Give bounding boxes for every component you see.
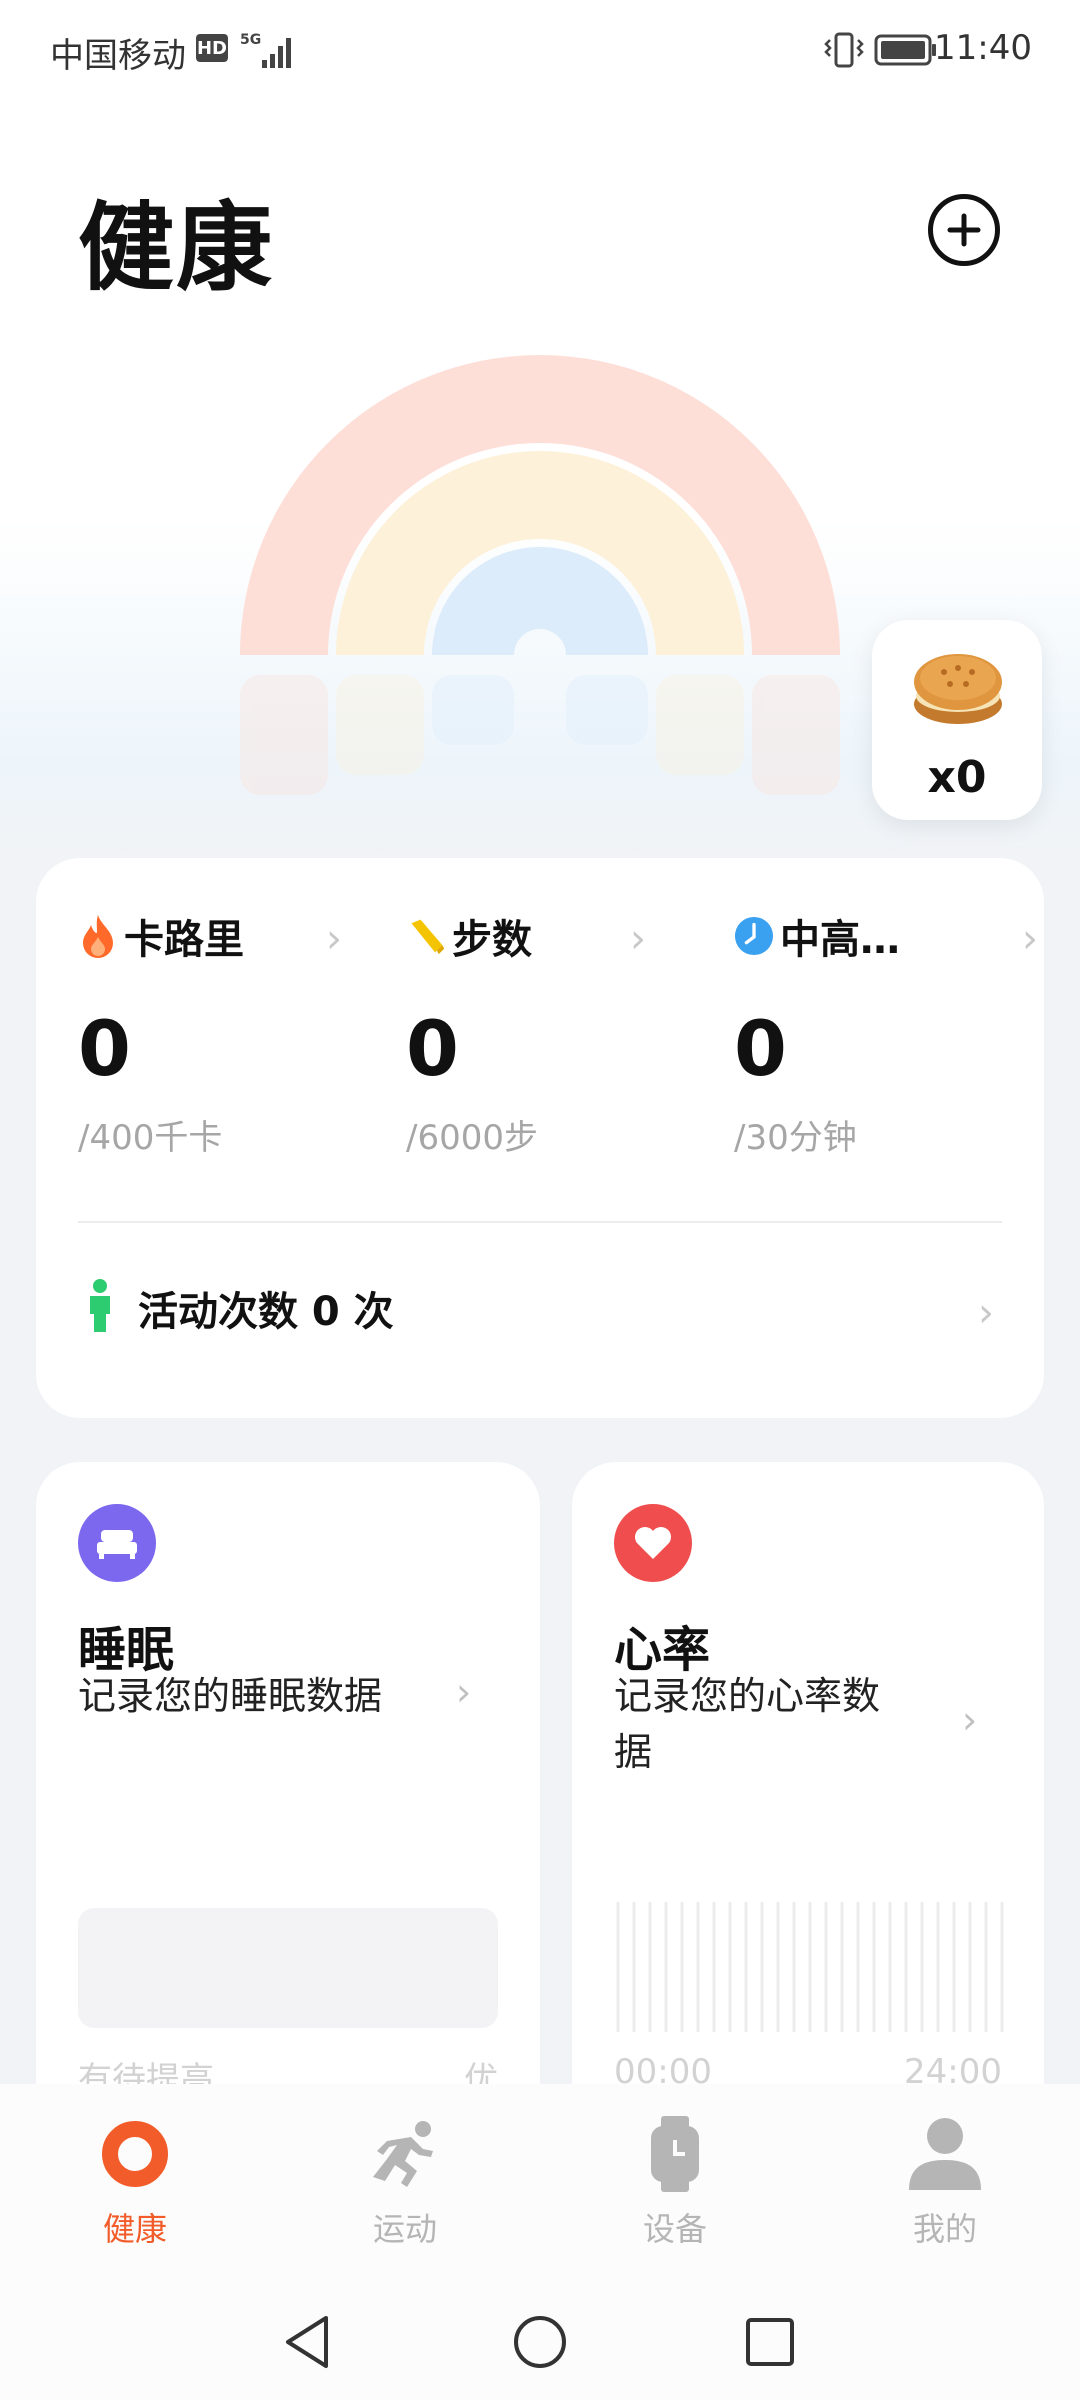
calorie-value: 0 (78, 1004, 131, 1093)
system-nav-bar (0, 2284, 1080, 2400)
reward-count: x0 (927, 752, 987, 803)
vibrate-icon (822, 30, 866, 74)
heart-description-line1: 记录您的心率数 (614, 1674, 881, 1718)
tab-me[interactable]: 我的 (845, 2114, 1045, 2250)
person-icon (905, 2114, 985, 2194)
sleep-card[interactable]: 睡眠 记录您的睡眠数据 › 有待提高 优 (36, 1462, 540, 2162)
add-button[interactable] (928, 194, 1000, 266)
heart-rate-card[interactable]: 心率 记录您的心率数 据 › 00:00 24:00 (572, 1462, 1044, 2162)
chevron-right-icon: › (326, 916, 342, 962)
chevron-right-icon: › (978, 1290, 994, 1336)
divider (78, 1221, 1002, 1223)
status-carrier: 中国移动 (50, 36, 186, 76)
tab-device-label: 设备 (642, 2210, 707, 2248)
chevron-right-icon: › (630, 916, 646, 962)
bottom-tab-bar: 健康 运动 设备 我的 (0, 2084, 1080, 2284)
calorie-label: 卡路里 (124, 917, 244, 963)
chevron-right-icon: › (1022, 916, 1038, 962)
tab-me-label: 我的 (912, 2210, 977, 2248)
network-type: 5G (240, 32, 261, 48)
intensity-label: 中高… (780, 917, 900, 963)
watch-icon (635, 2114, 715, 2194)
intensity-metric[interactable]: 中高… › 0 /30分钟 (734, 908, 1038, 1158)
steps-metric[interactable]: 步数 › 0 /6000步 (406, 908, 706, 1158)
sleep-description: 记录您的睡眠数据 (78, 1674, 383, 1718)
heart-description-line2: 据 (614, 1730, 653, 1774)
chevron-right-icon: › (962, 1698, 978, 1742)
triangle-back-icon[interactable] (282, 2314, 332, 2370)
tab-health-label: 健康 (102, 2210, 167, 2248)
circle-home-icon[interactable] (512, 2314, 568, 2370)
person-icon (84, 1278, 116, 1338)
intensity-value: 0 (734, 1004, 787, 1093)
signal-icon: 5G (240, 30, 296, 74)
steps-value: 0 (406, 1004, 459, 1093)
clock-icon (734, 912, 774, 960)
tab-health[interactable]: 健康 (35, 2114, 235, 2250)
flame-icon (78, 912, 118, 960)
activity-summary-card: 卡路里 › 0 /400千卡 步数 › 0 /6000步 中高… › 0 /30… (36, 858, 1044, 1418)
battery-icon (874, 32, 938, 72)
reward-badge[interactable]: x0 (872, 620, 1042, 820)
ring-icon (95, 2114, 175, 2194)
page-title: 健康 (78, 192, 274, 304)
heart-icon (614, 1504, 692, 1582)
calorie-goal: /400千卡 (78, 1118, 223, 1158)
running-icon (365, 2114, 445, 2194)
tab-sport[interactable]: 运动 (305, 2114, 505, 2250)
sleep-chart-placeholder (78, 1908, 498, 2028)
heart-description: 记录您的心率数 据 (614, 1668, 880, 1780)
calorie-metric[interactable]: 卡路里 › 0 /400千卡 (78, 908, 378, 1158)
status-time: 11:40 (934, 28, 1032, 68)
hd-badge: HD (196, 34, 228, 62)
activity-count-row[interactable]: 活动次数 0 次 (84, 1278, 394, 1338)
tab-device[interactable]: 设备 (575, 2114, 775, 2250)
chevron-right-icon: › (456, 1670, 472, 1714)
steps-goal: /6000步 (406, 1118, 538, 1158)
bed-icon (78, 1504, 156, 1582)
tab-sport-label: 运动 (372, 2210, 437, 2248)
intensity-goal: /30分钟 (734, 1118, 857, 1158)
cookie-icon (914, 654, 1002, 724)
heart-rate-chart-placeholder (616, 1902, 1004, 2032)
steps-label: 步数 (452, 917, 532, 963)
activity-count-text: 活动次数 0 次 (138, 1289, 394, 1335)
shoe-icon (406, 912, 446, 960)
square-recent-icon[interactable] (744, 2316, 796, 2368)
plus-icon (947, 213, 981, 247)
